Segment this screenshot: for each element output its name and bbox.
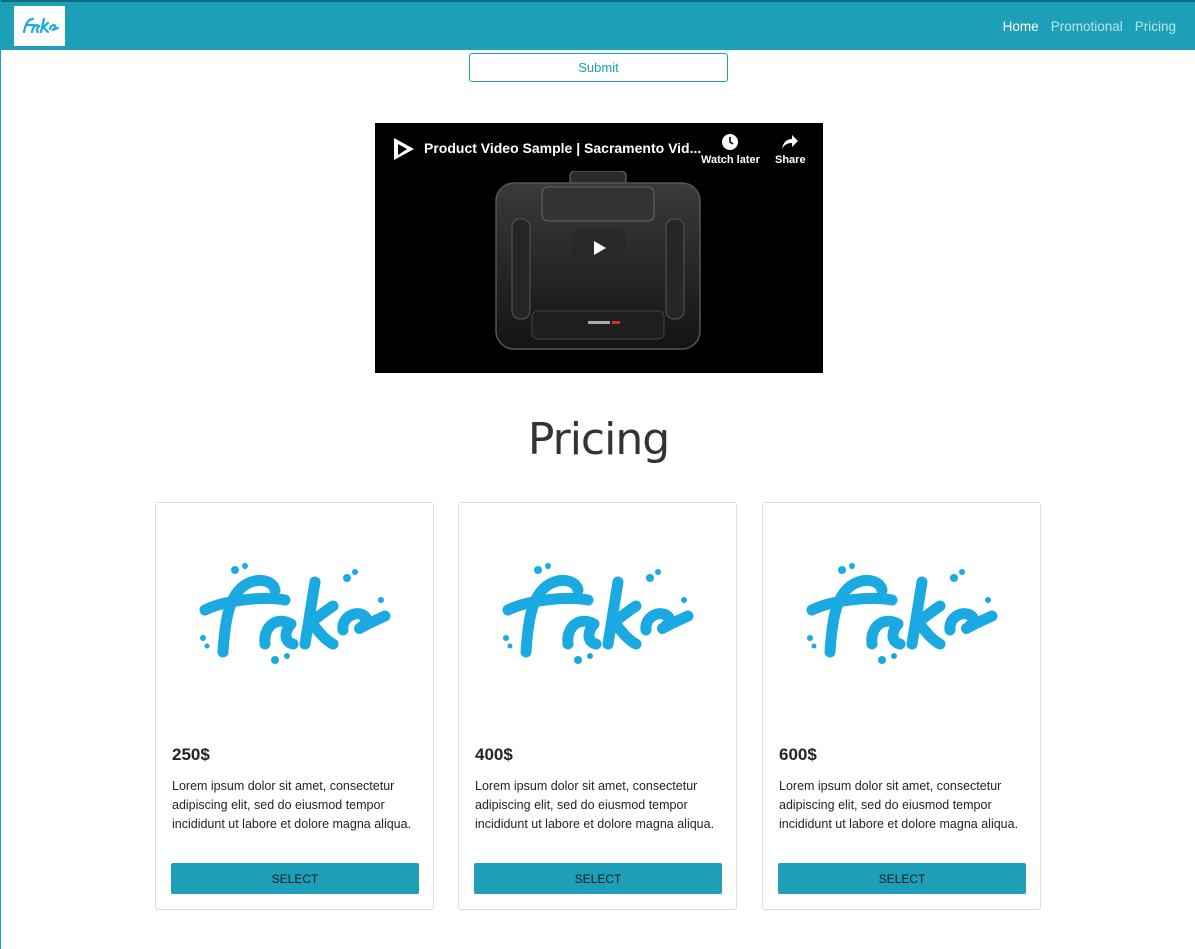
nav-links: Home Promotional Pricing xyxy=(1003,19,1176,34)
card-description: Lorem ipsum dolor sit amet, consectetur … xyxy=(172,779,412,831)
share-button[interactable]: Share xyxy=(775,133,806,166)
brand-logo[interactable] xyxy=(14,6,65,46)
navbar: Home Promotional Pricing xyxy=(1,0,1195,50)
fake-logo-icon xyxy=(22,17,59,34)
fake-logo-icon xyxy=(199,563,390,664)
watch-later-label: Watch later xyxy=(701,154,760,166)
video-embed[interactable]: Product Video Sample | Sacramento Vid...… xyxy=(375,123,823,373)
share-icon xyxy=(782,135,799,149)
share-label: Share xyxy=(775,154,806,166)
select-button[interactable]: SELECT xyxy=(474,863,722,894)
card-price: 400$ xyxy=(475,745,513,764)
fake-logo-icon xyxy=(502,563,693,664)
pricing-card: 600$ Lorem ipsum dolor sit amet, consect… xyxy=(762,502,1041,910)
card-description: Lorem ipsum dolor sit amet, consectetur … xyxy=(475,779,715,831)
card-description: Lorem ipsum dolor sit amet, consectetur … xyxy=(779,779,1019,831)
card-price: 250$ xyxy=(172,745,210,764)
play-button[interactable] xyxy=(572,229,626,267)
card-image xyxy=(156,503,433,727)
select-button[interactable]: SELECT xyxy=(171,863,419,894)
channel-logo-icon[interactable] xyxy=(391,136,417,162)
card-image xyxy=(459,503,736,727)
pricing-card: 400$ Lorem ipsum dolor sit amet, consect… xyxy=(458,502,737,910)
pricing-card: 250$ Lorem ipsum dolor sit amet, consect… xyxy=(155,502,434,910)
nav-link-pricing[interactable]: Pricing xyxy=(1135,19,1176,34)
card-image xyxy=(763,503,1040,727)
nav-link-home[interactable]: Home xyxy=(1003,19,1039,34)
card-price: 600$ xyxy=(779,745,817,764)
video-title[interactable]: Product Video Sample | Sacramento Vid... xyxy=(424,140,701,156)
watch-later-button[interactable]: Watch later xyxy=(701,133,760,166)
fake-logo-icon xyxy=(806,563,997,664)
pricing-heading: Pricing xyxy=(527,414,670,465)
clock-icon xyxy=(722,134,739,150)
nav-link-promotional[interactable]: Promotional xyxy=(1051,19,1123,34)
play-icon xyxy=(594,241,606,255)
submit-button[interactable]: Submit xyxy=(469,53,728,82)
select-button[interactable]: SELECT xyxy=(778,863,1026,894)
